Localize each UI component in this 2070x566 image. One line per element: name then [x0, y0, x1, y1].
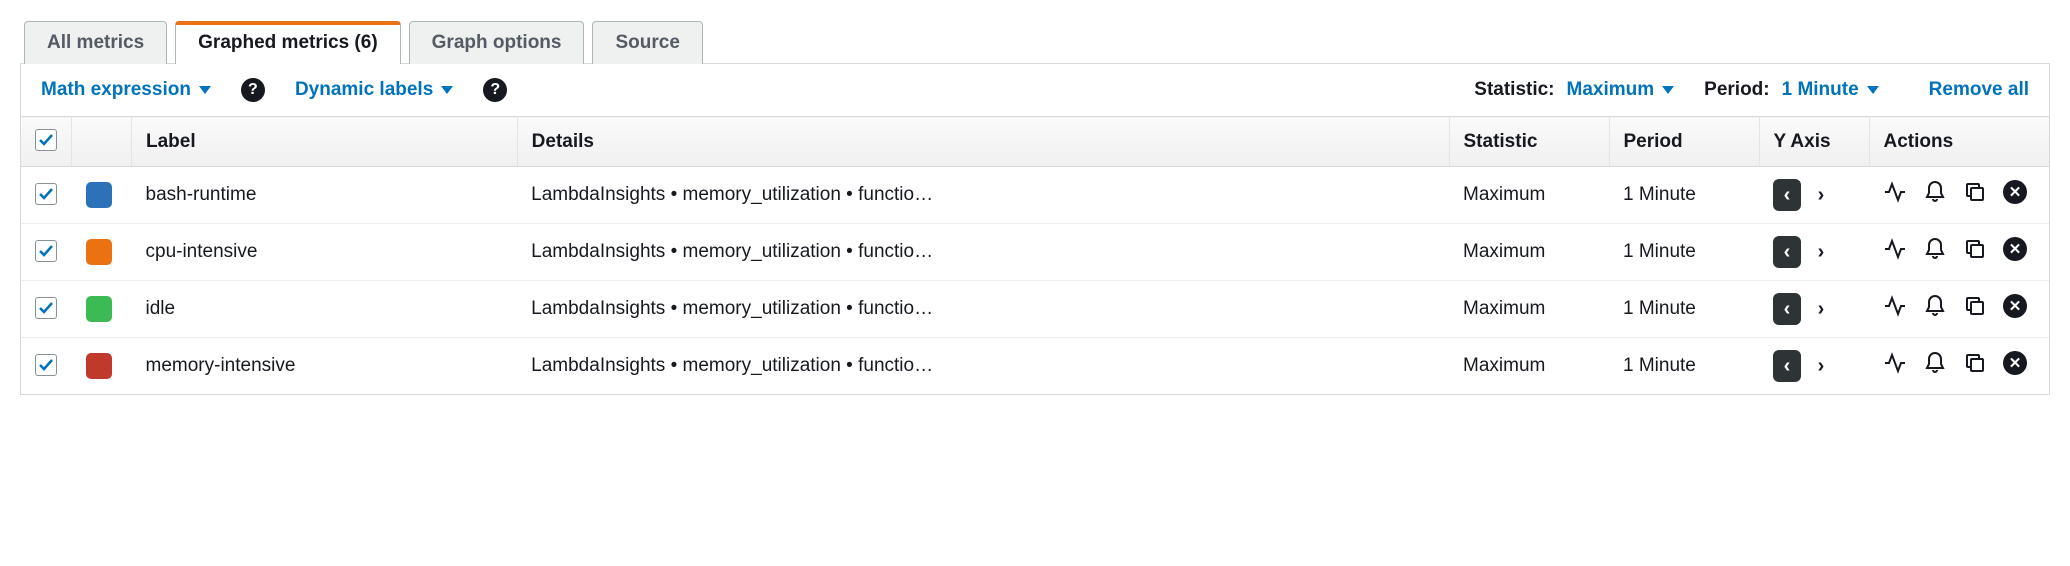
remove-icon[interactable]: ✕ — [2003, 180, 2027, 204]
row-checkbox[interactable] — [35, 183, 57, 205]
yaxis-left-button[interactable]: ‹ — [1773, 293, 1801, 325]
row-actions: ✕ — [1883, 180, 2027, 204]
color-swatch[interactable] — [86, 182, 112, 208]
period-cell[interactable]: 1 Minute — [1609, 167, 1759, 224]
bell-icon[interactable] — [1923, 351, 1947, 375]
copy-icon[interactable] — [1963, 237, 1987, 261]
yaxis-right-button[interactable]: › — [1807, 236, 1835, 268]
statistic-cell[interactable]: Maximum — [1449, 338, 1609, 395]
copy-icon[interactable] — [1963, 351, 1987, 375]
tab-source[interactable]: Source — [592, 21, 702, 64]
tab-graph-options[interactable]: Graph options — [409, 21, 585, 64]
details-cell: LambdaInsights • memory_utilization • fu… — [517, 224, 1449, 281]
yaxis-toggle[interactable]: ‹ › — [1773, 236, 1835, 268]
remove-icon[interactable]: ✕ — [2003, 237, 2027, 261]
table-row: memory-intensive LambdaInsights • memory… — [21, 338, 2049, 395]
period-value: 1 Minute — [1782, 79, 1859, 101]
row-checkbox[interactable] — [35, 297, 57, 319]
table-row: cpu-intensive LambdaInsights • memory_ut… — [21, 224, 2049, 281]
table-row: bash-runtime LambdaInsights • memory_uti… — [21, 167, 2049, 224]
color-swatch[interactable] — [86, 239, 112, 265]
statistic-cell[interactable]: Maximum — [1449, 281, 1609, 338]
dynamic-labels-label: Dynamic labels — [295, 79, 433, 101]
tab-all-metrics[interactable]: All metrics — [24, 21, 167, 64]
yaxis-toggle[interactable]: ‹ › — [1773, 293, 1835, 325]
yaxis-left-button[interactable]: ‹ — [1773, 350, 1801, 382]
activity-icon[interactable] — [1883, 294, 1907, 318]
yaxis-toggle[interactable]: ‹ › — [1773, 350, 1835, 382]
copy-icon[interactable] — [1963, 294, 1987, 318]
yaxis-left-button[interactable]: ‹ — [1773, 179, 1801, 211]
details-cell: LambdaInsights • memory_utilization • fu… — [517, 167, 1449, 224]
activity-icon[interactable] — [1883, 237, 1907, 261]
row-actions: ✕ — [1883, 294, 2027, 318]
column-header-details[interactable]: Details — [517, 117, 1449, 167]
period-label: Period: — [1704, 79, 1769, 101]
label-cell[interactable]: cpu-intensive — [132, 224, 518, 281]
color-swatch[interactable] — [86, 296, 112, 322]
math-expression-dropdown[interactable]: Math expression — [41, 79, 211, 101]
remove-all-link[interactable]: Remove all — [1929, 79, 2029, 101]
period-dropdown[interactable]: 1 Minute — [1782, 79, 1879, 101]
tab-bar: All metrics Graphed metrics (6) Graph op… — [20, 20, 2050, 64]
details-cell: LambdaInsights • memory_utilization • fu… — [517, 281, 1449, 338]
column-header-label[interactable]: Label — [132, 117, 518, 167]
statistic-cell[interactable]: Maximum — [1449, 167, 1609, 224]
bell-icon[interactable] — [1923, 180, 1947, 204]
row-checkbox[interactable] — [35, 240, 57, 262]
column-header-actions: Actions — [1869, 117, 2049, 167]
graphed-metrics-panel: Math expression ? Dynamic labels ? Stati… — [20, 64, 2050, 395]
period-cell[interactable]: 1 Minute — [1609, 338, 1759, 395]
remove-icon[interactable]: ✕ — [2003, 294, 2027, 318]
select-all-checkbox[interactable] — [35, 129, 57, 151]
yaxis-right-button[interactable]: › — [1807, 293, 1835, 325]
math-expression-label: Math expression — [41, 79, 191, 101]
column-header-yaxis[interactable]: Y Axis — [1759, 117, 1869, 167]
column-header-period[interactable]: Period — [1609, 117, 1759, 167]
period-cell[interactable]: 1 Minute — [1609, 224, 1759, 281]
yaxis-left-button[interactable]: ‹ — [1773, 236, 1801, 268]
color-swatch[interactable] — [86, 353, 112, 379]
column-header-statistic[interactable]: Statistic — [1449, 117, 1609, 167]
dynamic-labels-dropdown[interactable]: Dynamic labels — [295, 79, 453, 101]
statistic-dropdown[interactable]: Maximum — [1567, 79, 1675, 101]
period-cell[interactable]: 1 Minute — [1609, 281, 1759, 338]
bell-icon[interactable] — [1923, 237, 1947, 261]
activity-icon[interactable] — [1883, 180, 1907, 204]
remove-icon[interactable]: ✕ — [2003, 351, 2027, 375]
help-icon[interactable]: ? — [241, 78, 265, 102]
row-checkbox[interactable] — [35, 354, 57, 376]
copy-icon[interactable] — [1963, 180, 1987, 204]
statistic-cell[interactable]: Maximum — [1449, 224, 1609, 281]
row-actions: ✕ — [1883, 351, 2027, 375]
help-icon[interactable]: ? — [483, 78, 507, 102]
statistic-value: Maximum — [1567, 79, 1655, 101]
yaxis-toggle[interactable]: ‹ › — [1773, 179, 1835, 211]
row-actions: ✕ — [1883, 237, 2027, 261]
chevron-down-icon — [199, 86, 211, 94]
table-row: idle LambdaInsights • memory_utilization… — [21, 281, 2049, 338]
yaxis-right-button[interactable]: › — [1807, 350, 1835, 382]
chevron-down-icon — [1662, 86, 1674, 94]
label-cell[interactable]: memory-intensive — [132, 338, 518, 395]
metrics-table: Label Details Statistic Period Y Axis Ac… — [21, 116, 2049, 394]
chevron-down-icon — [441, 86, 453, 94]
label-cell[interactable]: bash-runtime — [132, 167, 518, 224]
activity-icon[interactable] — [1883, 351, 1907, 375]
details-cell: LambdaInsights • memory_utilization • fu… — [517, 338, 1449, 395]
bell-icon[interactable] — [1923, 294, 1947, 318]
toolbar: Math expression ? Dynamic labels ? Stati… — [21, 64, 2049, 116]
chevron-down-icon — [1867, 86, 1879, 94]
tab-graphed-metrics[interactable]: Graphed metrics (6) — [175, 21, 401, 64]
yaxis-right-button[interactable]: › — [1807, 179, 1835, 211]
label-cell[interactable]: idle — [132, 281, 518, 338]
statistic-label: Statistic: — [1474, 79, 1554, 101]
